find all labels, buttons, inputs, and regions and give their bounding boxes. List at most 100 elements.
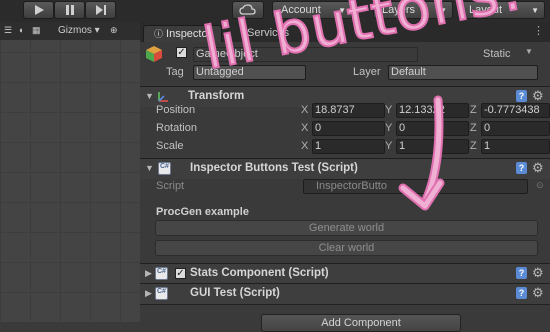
help-icon[interactable]: ? (516, 90, 527, 102)
scene-toolbar: ☰ ◖ ▦ Gizmos ▾ ⊕ (0, 22, 140, 40)
divider (140, 304, 550, 305)
help-icon[interactable]: ? (516, 267, 527, 279)
layer-label: Layer (353, 66, 381, 78)
script-field: InspectorButto (303, 179, 528, 194)
stats-component-title: Stats Component (Script) (190, 267, 329, 279)
axis-x-label: X (301, 122, 309, 134)
caret-down-icon[interactable]: ▼ (525, 47, 533, 56)
gear-icon[interactable]: ⚙ (532, 265, 544, 281)
clear-world-button[interactable]: Clear world (155, 240, 538, 256)
axis-x-label: X (301, 140, 309, 152)
help-icon[interactable]: ? (516, 287, 527, 299)
effects-icon[interactable]: ▦ (32, 25, 41, 36)
position-label: Position (156, 104, 196, 116)
rotation-label: Rotation (156, 122, 197, 134)
inspector-panel: ✓ GameObject Static ▼ Tag Untagged Layer… (140, 42, 550, 332)
tag-dropdown[interactable]: Untagged (193, 65, 306, 80)
inspector-buttons-header[interactable]: ▼ Inspector Buttons Test (Script) ? ⚙ (140, 158, 550, 179)
search-icon[interactable]: ⊕ (110, 25, 118, 36)
scale-y-field[interactable]: 1 (396, 139, 469, 154)
account-dropdown[interactable]: Account ▼ (272, 1, 352, 19)
gameobject-header: ✓ GameObject Static ▼ (140, 44, 550, 64)
axis-z-label: Z (470, 122, 477, 134)
gear-icon[interactable]: ⚙ (532, 160, 544, 176)
cloud-icon (239, 4, 256, 15)
tab-inspector[interactable]: ⓘ Inspector (143, 25, 223, 43)
gameobject-active-checkbox[interactable]: ✓ (176, 47, 187, 58)
axis-y-label: Y (385, 122, 393, 134)
top-toolbar: Account ▼ Layers ▼ Layout ▼ (0, 0, 550, 22)
script-icon (155, 267, 168, 280)
cloud-button[interactable] (232, 1, 264, 19)
gameobject-cube-icon (145, 45, 163, 66)
account-label: Account (281, 4, 321, 16)
position-row: Position X 18.8737 Y 12.13322 Z -0.77734… (140, 102, 550, 120)
layout-dropdown[interactable]: Layout ▼ (460, 1, 545, 19)
caret-down-icon: ▼ (531, 6, 539, 15)
layers-label: Layers (382, 4, 416, 16)
script-icon (158, 162, 171, 175)
gui-test-header[interactable]: ▶ GUI Test (Script) ? ⚙ (140, 283, 550, 304)
script-label: Script (156, 180, 185, 192)
rotation-z-field[interactable]: 0 (481, 121, 550, 136)
axis-y-label: Y (385, 140, 393, 152)
scale-z-field[interactable]: 1 (481, 139, 550, 154)
axis-z-label: Z (470, 104, 477, 116)
stats-component-header[interactable]: ▶ ✓ Stats Component (Script) ? ⚙ (140, 263, 550, 284)
scale-row: Scale X 1 Y 1 Z 1 (140, 138, 550, 156)
axis-x-label: X (301, 104, 309, 116)
fold-arrow-icon[interactable]: ▼ (145, 163, 154, 173)
tag-layer-row: Tag Untagged Layer Default (140, 64, 550, 82)
tab-label: Services (247, 27, 290, 39)
tab-services[interactable]: Services (237, 25, 299, 42)
gameobject-name-field[interactable]: GameObject (193, 47, 418, 62)
position-y-field[interactable]: 12.13322 (396, 103, 469, 118)
script-row: Script InspectorButto ⊙ (140, 178, 550, 196)
transform-title: Transform (188, 90, 245, 102)
layout-label: Layout (469, 4, 503, 16)
rotation-x-field[interactable]: 0 (312, 121, 385, 136)
help-icon[interactable]: ? (516, 162, 527, 174)
section-label: ProcGen example (156, 206, 249, 218)
pause-icon (65, 5, 74, 15)
rotation-row: Rotation X 0 Y 0 Z 0 (140, 120, 550, 138)
pause-button[interactable] (54, 1, 85, 19)
axis-y-label: Y (385, 104, 393, 116)
gui-test-title: GUI Test (Script) (190, 287, 280, 299)
audio-icon[interactable]: ◖ (18, 25, 23, 35)
fold-arrow-icon[interactable]: ▶ (145, 288, 152, 299)
stats-enabled-checkbox[interactable]: ✓ (175, 268, 186, 279)
tab-menu-icon[interactable]: ⋮ (533, 24, 544, 37)
gizmos-label: Gizmos (58, 25, 92, 36)
inspector-tabs: ⓘ Inspector Services ⋮ (140, 22, 550, 43)
gear-icon[interactable]: ⚙ (532, 285, 544, 301)
caret-down-icon: ▼ (338, 6, 346, 15)
scale-label: Scale (156, 140, 184, 152)
scene-view[interactable]: ☰ ◖ ▦ Gizmos ▾ ⊕ (0, 22, 140, 322)
object-picker-icon: ⊙ (536, 180, 544, 190)
add-component-button[interactable]: Add Component (261, 314, 461, 332)
fold-arrow-icon[interactable]: ▼ (145, 91, 154, 101)
position-z-field[interactable]: -0.7773438 (481, 103, 550, 118)
scene-tools-icon[interactable]: ☰ (4, 25, 12, 36)
step-button[interactable] (85, 1, 116, 19)
layers-dropdown[interactable]: Layers ▼ (373, 1, 453, 19)
scale-x-field[interactable]: 1 (312, 139, 385, 154)
play-button[interactable] (23, 1, 54, 19)
rotation-y-field[interactable]: 0 (396, 121, 469, 136)
inspector-buttons-title: Inspector Buttons Test (Script) (190, 162, 358, 174)
play-icon (34, 5, 44, 15)
layer-dropdown[interactable]: Default (388, 65, 538, 80)
inspector-tab-icon: ⓘ (154, 29, 164, 39)
gizmos-dropdown[interactable]: Gizmos ▾ (58, 25, 100, 36)
caret-down-icon: ▼ (439, 6, 447, 15)
position-x-field[interactable]: 18.8737 (312, 103, 385, 118)
generate-world-button[interactable]: Generate world (155, 220, 538, 236)
script-icon (155, 287, 168, 300)
static-checkbox[interactable]: Static (483, 48, 511, 60)
axis-z-label: Z (470, 140, 477, 152)
tag-label: Tag (166, 66, 184, 78)
step-icon (95, 5, 106, 15)
fold-arrow-icon[interactable]: ▶ (145, 268, 152, 279)
tab-label: Inspector (166, 28, 212, 40)
